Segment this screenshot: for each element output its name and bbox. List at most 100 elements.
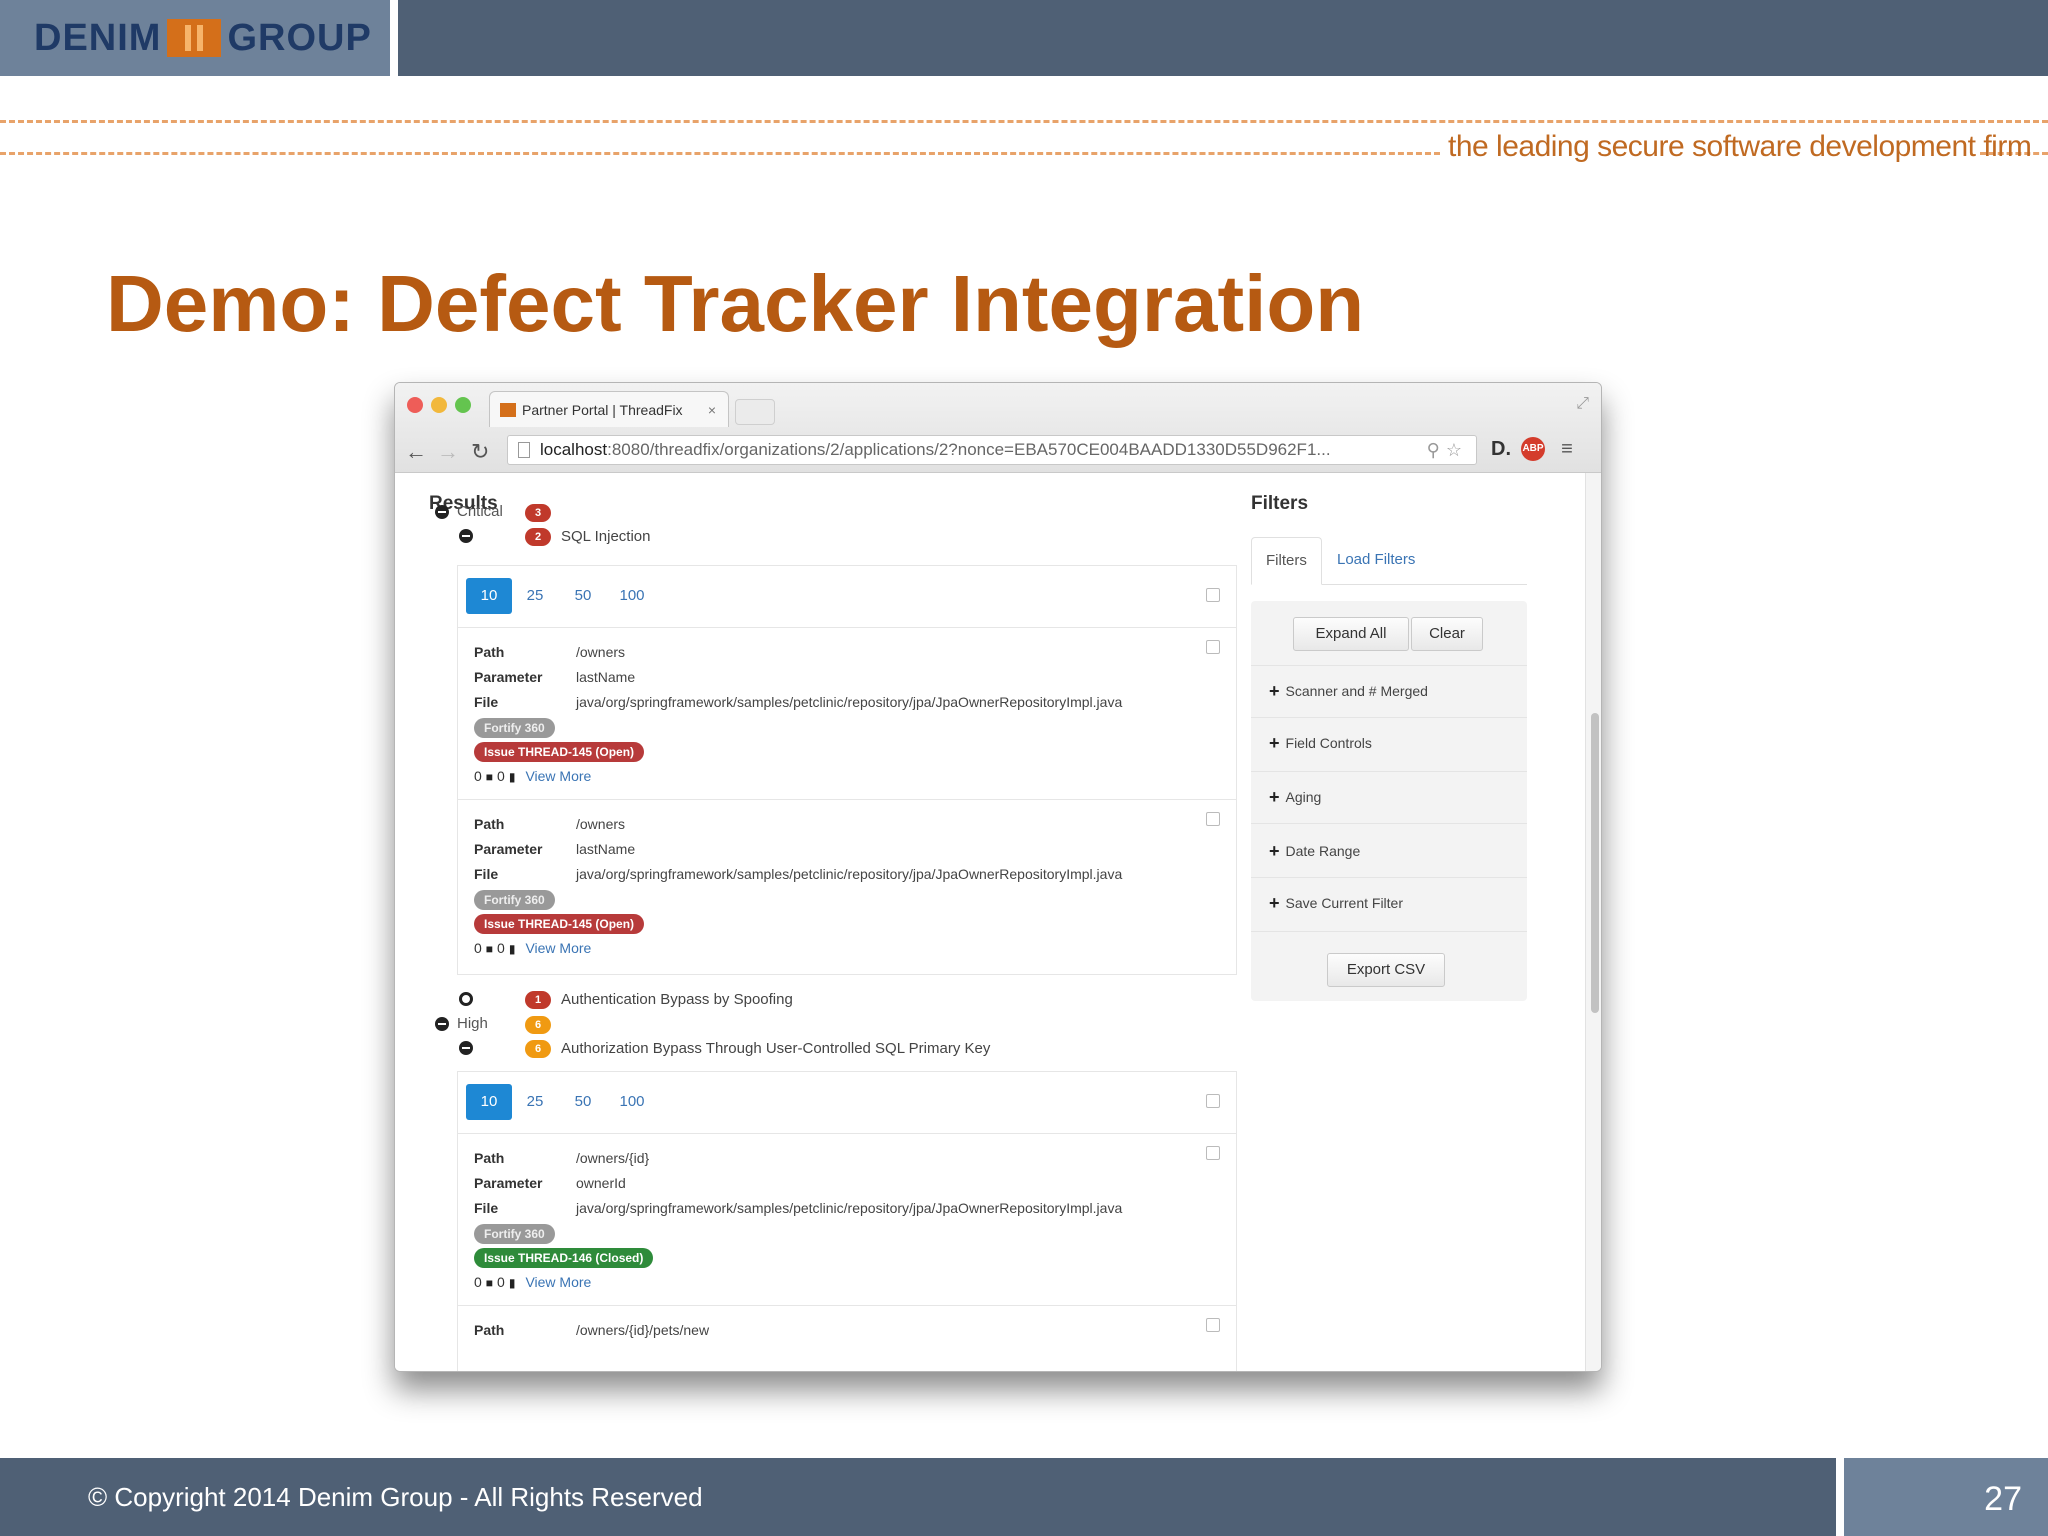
filter-field-controls[interactable]: + Field Controls — [1269, 733, 1372, 754]
filter-aging[interactable]: + Aging — [1269, 787, 1321, 808]
tab-close-icon[interactable]: × — [708, 402, 716, 418]
finding-path: Path/owners — [474, 816, 626, 832]
sql-injection-count-badge: 2 — [525, 528, 551, 546]
fullscreen-icon[interactable]: ⤢ — [1576, 395, 1589, 413]
page-size-100[interactable]: 100 — [612, 578, 652, 614]
close-window-icon[interactable] — [407, 397, 423, 413]
comment-icon: ■ — [485, 770, 494, 784]
filters-heading: Filters — [1251, 493, 1309, 514]
page-size-25[interactable]: 25 — [520, 1084, 550, 1120]
view-more-link[interactable]: View More — [525, 1274, 591, 1290]
plus-icon: + — [1269, 841, 1280, 861]
tab-load-filters[interactable]: Load Filters — [1323, 537, 1429, 585]
bookmark-star-icon[interactable]: ⚲☆ — [1427, 440, 1468, 461]
address-bar[interactable]: localhost :8080/threadfix/organizations/… — [507, 435, 1477, 465]
pagination: 10 25 50 100 — [458, 1072, 1236, 1134]
plus-icon: + — [1269, 733, 1280, 753]
page-size-100[interactable]: 100 — [612, 1084, 652, 1120]
finding-checkbox[interactable] — [1206, 1318, 1220, 1332]
filter-divider — [1251, 931, 1527, 932]
footer-bar: © Copyright 2014 Denim Group - All Right… — [0, 1458, 2048, 1536]
view-more-link[interactable]: View More — [525, 768, 591, 784]
page-size-10[interactable]: 10 — [466, 578, 512, 614]
select-all-checkbox[interactable] — [1206, 1094, 1220, 1108]
collapse-sql-injection-icon[interactable] — [459, 529, 473, 543]
finding-checkbox[interactable] — [1206, 1146, 1220, 1160]
expand-auth-bypass-icon[interactable] — [459, 992, 473, 1006]
slide-title: Demo: Defect Tracker Integration — [106, 259, 1365, 348]
severity-critical: Critical — [457, 503, 503, 520]
file-icon: ▮ — [508, 942, 516, 956]
auth-bypass-count-badge: 1 — [525, 991, 551, 1009]
vuln-authz-bypass[interactable]: Authorization Bypass Through User-Contro… — [561, 1040, 990, 1057]
page-viewport: Results Filters Critical 3 2 SQL Injecti… — [395, 473, 1585, 1371]
finding-file: File java/org/springframework/samples/pet… — [474, 694, 1123, 710]
finding-path: Path/owners — [474, 644, 626, 660]
url-host: localhost — [540, 440, 608, 459]
threadfix-favicon-icon — [500, 402, 516, 417]
filter-divider — [1251, 877, 1527, 878]
plus-icon: + — [1269, 681, 1280, 701]
finding-checkbox[interactable] — [1206, 640, 1220, 654]
copyright-text: © Copyright 2014 Denim Group - All Right… — [88, 1482, 703, 1512]
browser-window: Partner Portal | ThreadFix × ⤢ ← → ↻ loc… — [394, 382, 1602, 1372]
filter-divider — [1251, 665, 1527, 666]
maximize-window-icon[interactable] — [455, 397, 471, 413]
scanner-badge: Fortify 360 — [474, 718, 555, 738]
minimize-window-icon[interactable] — [431, 397, 447, 413]
filter-tabs: Filters Load Filters — [1251, 537, 1527, 585]
file-icon: ▮ — [508, 770, 516, 784]
browser-chrome: Partner Portal | ThreadFix × ⤢ ← → ↻ loc… — [395, 383, 1601, 473]
finding-parameter: Parameter ownerId — [474, 1175, 626, 1191]
finding-meta: 0 ■ 0 ▮ View More — [474, 940, 592, 956]
tab-filters[interactable]: Filters — [1251, 537, 1322, 585]
filter-divider — [1251, 717, 1527, 718]
adblock-icon[interactable]: ABP — [1521, 437, 1545, 461]
collapse-high-icon[interactable] — [435, 1017, 449, 1031]
extension-d-icon[interactable]: D. — [1489, 437, 1513, 461]
scrollbar-thumb[interactable] — [1591, 713, 1599, 1013]
page-size-50[interactable]: 50 — [568, 578, 598, 614]
finding-checkbox[interactable] — [1206, 812, 1220, 826]
collapse-critical-icon[interactable] — [435, 505, 449, 519]
issue-badge-closed[interactable]: Issue THREAD-146 (Closed) — [474, 1248, 654, 1268]
finding-file: File java/org/springframework/samples/pet… — [474, 1200, 1123, 1216]
forward-arrow-icon[interactable]: → — [437, 439, 459, 465]
finding-path: Path/owners/{id}/pets/new — [474, 1322, 710, 1338]
filter-scanner-merged[interactable]: + Scanner and # Merged — [1269, 681, 1428, 702]
clear-button[interactable]: Clear — [1411, 617, 1483, 651]
url-path: :8080/threadfix/organizations/2/applicat… — [607, 440, 1331, 459]
filter-date-range[interactable]: + Date Range — [1269, 841, 1360, 862]
view-more-link[interactable]: View More — [525, 940, 591, 956]
page-size-10[interactable]: 10 — [466, 1084, 512, 1120]
expand-all-button[interactable]: Expand All — [1293, 617, 1409, 651]
vuln-sql-injection[interactable]: SQL Injection — [561, 528, 651, 545]
comment-icon: ■ — [485, 942, 494, 956]
page-size-50[interactable]: 50 — [568, 1084, 598, 1120]
critical-count-badge: 3 — [525, 504, 551, 522]
new-tab-button[interactable] — [735, 399, 775, 425]
issue-badge-open[interactable]: Issue THREAD-145 (Open) — [474, 742, 645, 762]
logo-text-right: GROUP — [227, 16, 372, 59]
hamburger-menu-icon[interactable]: ≡ — [1555, 437, 1579, 461]
reload-icon[interactable]: ↻ — [471, 439, 489, 465]
export-csv-button[interactable]: Export CSV — [1327, 953, 1445, 987]
page-number-box: 27 — [1844, 1458, 2048, 1536]
filter-divider — [1251, 771, 1527, 772]
comment-icon: ■ — [485, 1276, 494, 1290]
vuln-auth-bypass[interactable]: Authentication Bypass by Spoofing — [561, 991, 793, 1008]
page-size-25[interactable]: 25 — [520, 578, 550, 614]
select-all-checkbox[interactable] — [1206, 588, 1220, 602]
finding-row: Path/owners Parameter lastName File java/o… — [458, 800, 1236, 972]
filters-panel: Expand All Clear + Scanner and # Merged +… — [1251, 601, 1527, 1001]
pagination: 10 25 50 100 — [458, 566, 1236, 628]
collapse-authz-bypass-icon[interactable] — [459, 1041, 473, 1055]
scrollbar[interactable] — [1585, 473, 1601, 1371]
finding-parameter: Parameter lastName — [474, 669, 636, 685]
issue-badge-open[interactable]: Issue THREAD-145 (Open) — [474, 914, 645, 934]
browser-tab[interactable]: Partner Portal | ThreadFix × — [489, 391, 729, 427]
back-arrow-icon[interactable]: ← — [405, 439, 427, 465]
filter-save-current[interactable]: + Save Current Filter — [1269, 893, 1403, 914]
sql-injection-findings-panel: 10 25 50 100 Path/owners Parameter lastNa… — [457, 565, 1237, 975]
finding-meta: 0 ■ 0 ▮ View More — [474, 768, 592, 784]
